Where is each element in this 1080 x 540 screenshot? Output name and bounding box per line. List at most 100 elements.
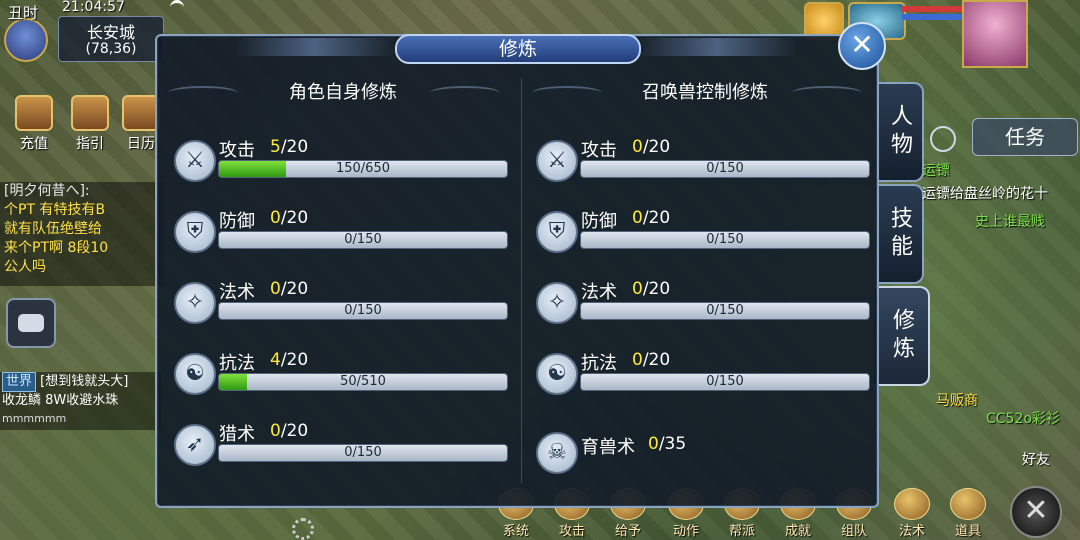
right-cultivation-row[interactable]: ⚔ 攻击 0/20 0/150: [522, 136, 870, 196]
spell-label: 法术: [898, 524, 925, 539]
skill-level: 0/20: [270, 421, 308, 441]
quest-title[interactable]: 运镖: [922, 160, 950, 180]
exp-progress-bar: 150/650: [218, 160, 508, 178]
skill-level: 0/20: [270, 208, 308, 228]
location-hud: 丑时 21:04:57 长安城 (78,36): [0, 0, 165, 66]
level-current: 0: [632, 279, 643, 299]
system-label: 系统: [502, 524, 529, 539]
items-button[interactable]: 道具: [946, 488, 990, 539]
left-cultivation-row[interactable]: ✧ 法术 0/20 0/150: [160, 278, 508, 338]
tab-skills[interactable]: 技能: [876, 184, 924, 284]
exp-progress-text: 50/510: [340, 374, 386, 389]
exp-progress-bar: 0/150: [218, 444, 508, 462]
collapse-menu-button[interactable]: ✕: [1010, 486, 1062, 538]
sword-icon: ⚔: [174, 140, 216, 182]
guide-button[interactable]: 指引: [66, 95, 114, 153]
title-ornament-right: [637, 38, 797, 56]
exp-progress-bar: 0/150: [580, 231, 870, 249]
team-chat-panel[interactable]: [明夕何昔へ]: 个PT 有特技有B 就有队伍绝壁给 来个PT啊 8段10 公人…: [0, 182, 164, 286]
pet-taming-row[interactable]: ☠ 育兽术 0/35: [522, 420, 852, 480]
chat-line: 来个PT啊 8段10: [4, 240, 109, 256]
chat-line: 个PT 有特技有B: [4, 202, 106, 218]
friends-button[interactable]: 好友: [1022, 449, 1050, 469]
skill-level: 0/35: [648, 434, 686, 454]
clock-icon[interactable]: [930, 126, 956, 152]
world-chat-line: 收龙鳞 8W收避水珠: [2, 393, 119, 408]
level-current: 0: [648, 434, 659, 454]
team-label: 组队: [840, 524, 867, 539]
tab-character[interactable]: 人物: [876, 82, 924, 182]
skill-name: 攻击: [219, 140, 255, 161]
npc-name[interactable]: 马贩商: [936, 390, 978, 410]
skill-name: 猎术: [219, 424, 255, 445]
exp-progress-text: 0/150: [344, 303, 382, 318]
attack-label: 攻击: [558, 524, 585, 539]
exp-progress-bar: 0/150: [218, 302, 508, 320]
skill-level: 0/20: [632, 279, 670, 299]
items-icon: [950, 488, 986, 520]
dialog-title: 修炼: [395, 34, 641, 64]
gear-icon[interactable]: [292, 518, 314, 540]
level-max: /20: [642, 350, 671, 370]
chat-sender: [明夕何昔へ]:: [4, 183, 90, 199]
level-current: 0: [632, 208, 643, 228]
level-max: /20: [642, 137, 671, 157]
yinyang-icon: ☯: [536, 353, 578, 395]
skill-level: 0/20: [632, 350, 670, 370]
left-cultivation-row[interactable]: ⚔ 攻击 5/20 150/650: [160, 136, 508, 196]
hp-bar: [902, 6, 962, 12]
exp-progress-bar: 0/150: [218, 231, 508, 249]
skill-name: 抗法: [219, 353, 255, 374]
level-max: /20: [280, 421, 309, 441]
chat-button[interactable]: [6, 298, 56, 348]
skill-level: 4/20: [270, 350, 308, 370]
player-name[interactable]: CC52o彩衫: [986, 408, 1060, 428]
quest-detail[interactable]: 史上谁最贱: [975, 211, 1045, 231]
level-max: /20: [280, 350, 309, 370]
skill-name: 法术: [581, 282, 617, 303]
exp-progress-text: 0/150: [706, 232, 744, 247]
exp-progress-text: 150/650: [335, 161, 390, 176]
minimap-button[interactable]: 长安城 (78,36): [58, 16, 164, 62]
wifi-icon: [170, 0, 184, 15]
skill-name: 抗法: [581, 353, 617, 374]
recharge-label: 充值: [20, 136, 48, 152]
left-cultivation-row[interactable]: ➶ 猎术 0/20 0/150: [160, 420, 508, 480]
chat-line: 就有队伍绝壁给: [4, 221, 102, 237]
recharge-button[interactable]: 充值: [10, 95, 58, 153]
level-current: 0: [632, 350, 643, 370]
player-mini-avatar[interactable]: [4, 18, 48, 62]
left-cultivation-row[interactable]: ☯ 抗法 4/20 50/510: [160, 349, 508, 409]
skill-name: 法术: [219, 282, 255, 303]
spell-button[interactable]: 法术: [890, 488, 934, 539]
level-max: /20: [280, 279, 309, 299]
title-ornament-left: [235, 38, 395, 56]
achievement-label: 成就: [784, 524, 811, 539]
guide-icon: [71, 95, 109, 131]
self-cultivation-title: 角色自身修炼: [289, 82, 397, 103]
skill-name: 防御: [219, 211, 255, 232]
tab-cultivation[interactable]: 修炼: [874, 286, 930, 386]
right-cultivation-row[interactable]: ⛨ 防御 0/20 0/150: [522, 207, 870, 267]
mp-bar: [902, 14, 962, 20]
task-button[interactable]: 任务: [972, 118, 1078, 156]
left-cultivation-row[interactable]: ⛨ 防御 0/20 0/150: [160, 207, 508, 267]
right-cultivation-row[interactable]: ✧ 法术 0/20 0/150: [522, 278, 870, 338]
world-chat-panel[interactable]: 世界 [想到钱就头大] 收龙鳞 8W收避水珠 mmmmmm: [0, 372, 162, 430]
skill-level: 0/20: [632, 208, 670, 228]
game-hour-label: 丑时: [8, 4, 39, 22]
skill-name: 防御: [581, 211, 617, 232]
exp-progress-text: 0/150: [706, 374, 744, 389]
skill-level: 0/20: [632, 137, 670, 157]
quest-detail[interactable]: 运镖给盘丝岭的花十: [922, 183, 1048, 203]
tab-cultivation-label: 修炼: [889, 308, 914, 364]
close-dialog-button[interactable]: ✕: [838, 22, 886, 70]
give-label: 给予: [614, 524, 641, 539]
treasure-chest-icon: [15, 95, 53, 131]
right-cultivation-row[interactable]: ☯ 抗法 0/20 0/150: [522, 349, 870, 409]
player-portrait[interactable]: [962, 0, 1028, 68]
yinyang-icon: ☯: [174, 353, 216, 395]
map-coordinates: (78,36): [85, 41, 137, 57]
items-label: 道具: [954, 524, 981, 539]
exp-progress-bar: 0/150: [580, 373, 870, 391]
